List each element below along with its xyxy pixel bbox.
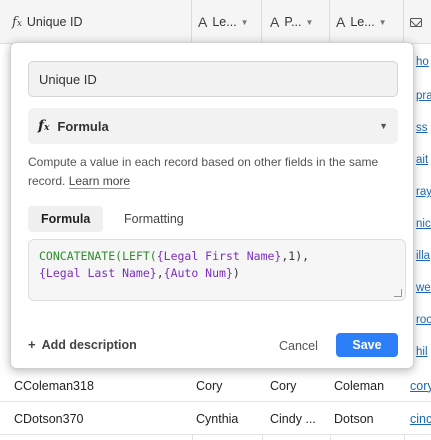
email-link-fragment[interactable]: ss [416,122,431,138]
grid-header: fx Unique ID A Le... ▼ A P... ▼ A Le... … [0,0,431,44]
cell-legal-last-name[interactable]: Dotson [334,402,402,435]
text-field-icon: A [336,14,346,30]
field-type-description: Compute a value in each record based on … [28,153,398,191]
email-link-fragment[interactable]: we [416,282,431,298]
add-description-button[interactable]: + Add description [28,337,137,352]
chevron-down-icon[interactable]: ▼ [306,18,314,27]
formula-line-2: {Legal Last Name},{Auto Num}) [39,266,240,280]
email-link-fragment[interactable]: nick [416,218,431,234]
cancel-button[interactable]: Cancel [279,335,318,357]
email-link-fragment[interactable]: hil [416,346,431,362]
formula-icon: fx [38,118,50,134]
chevron-down-icon[interactable]: ▼ [241,18,249,27]
cell-unique-id[interactable]: CColeman318 [14,369,190,402]
email-link-fragment[interactable]: roo [416,314,431,330]
email-link-fragment[interactable]: ray [416,186,431,202]
email-icon [410,17,422,27]
tab-formatting[interactable]: Formatting [111,206,197,232]
column-header-legal-first-name[interactable]: A Le... ▼ [192,0,262,44]
table-row[interactable]: CDotson370 Cynthia Cindy ... Dotson cinc [0,402,431,435]
column-header-legal-last-name[interactable]: A Le... ▼ [330,0,404,44]
table-row[interactable]: CColeman318 Cory Cory Coleman cory [0,369,431,402]
formula-editor[interactable]: CONCATENATE(LEFT({Legal First Name},1), … [28,239,406,301]
chevron-down-icon[interactable]: ▼ [379,18,387,27]
column-header-email[interactable] [404,0,431,44]
column-header-unique-id[interactable]: fx Unique ID [0,0,192,44]
save-button[interactable]: Save [336,333,398,357]
resize-handle[interactable] [394,289,402,297]
cell-legal-last-name[interactable]: Coleman [334,369,402,402]
cell-legal-first-name[interactable]: Cory [196,369,260,402]
learn-more-link[interactable]: Learn more [68,174,131,189]
email-link-fragment[interactable]: ho [416,56,431,72]
formula-line-1: CONCATENATE(LEFT({Legal First Name},1), [39,249,310,263]
chevron-down-icon: ▼ [379,121,388,131]
email-link-fragment[interactable]: ait [416,154,431,170]
cell-unique-id[interactable]: CDotson370 [14,402,190,435]
field-type-select[interactable]: fx Formula ▼ [28,108,398,144]
plus-icon: + [28,337,36,352]
cell-preferred-name[interactable]: Cory [270,369,328,402]
tab-formula[interactable]: Formula [28,206,104,232]
email-link-fragment[interactable]: illa [416,250,431,266]
field-type-label: Formula [57,118,109,134]
field-config-dialog: fx Formula ▼ Compute a value in each rec… [10,42,414,369]
column-header-preferred-name[interactable]: A P... ▼ [262,0,330,44]
cell-email[interactable]: cinc [410,402,431,435]
email-link-fragment[interactable]: pra [416,90,431,106]
field-name-input[interactable] [28,61,398,97]
cell-email[interactable]: cory [410,369,431,402]
text-field-icon: A [270,14,280,30]
text-field-icon: A [198,14,208,30]
cell-preferred-name[interactable]: Cindy ... [270,402,328,435]
cell-legal-first-name[interactable]: Cynthia [196,402,260,435]
formula-icon: fx [12,14,22,30]
